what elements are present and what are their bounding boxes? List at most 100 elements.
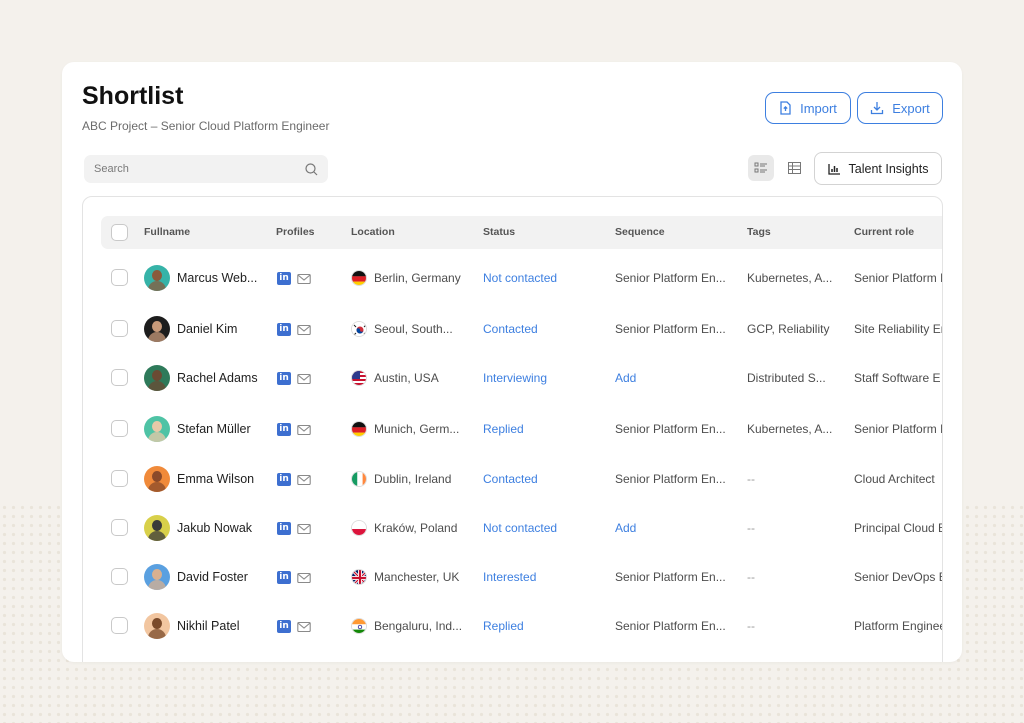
email-icon[interactable] [297, 423, 311, 436]
candidate-name[interactable]: Emma Wilson [177, 454, 259, 504]
bar-chart-icon [827, 163, 840, 175]
candidate-location: Seoul, South... [374, 322, 453, 336]
current-role: Senior Platform I [854, 271, 943, 285]
email-icon[interactable] [297, 522, 311, 535]
table-row[interactable]: Emma Wilson in Dublin, Ireland Contacted… [83, 454, 942, 504]
status-dropdown[interactable]: Replied [483, 601, 593, 651]
email-icon[interactable] [297, 620, 311, 633]
avatar [144, 613, 170, 639]
status-dropdown[interactable]: Replied [483, 404, 593, 454]
linkedin-icon[interactable]: in [277, 323, 291, 336]
tags-cell[interactable]: -- [747, 454, 837, 504]
sequence-cell[interactable]: Add [615, 353, 729, 403]
row-checkbox[interactable] [111, 420, 128, 437]
table-row[interactable]: Stefan Müller in Munich, Germ... Replied… [83, 404, 943, 454]
email-icon[interactable] [297, 272, 311, 285]
sequence-cell[interactable]: Senior Platform En... [615, 253, 729, 303]
column-header-location[interactable]: Location [351, 216, 395, 249]
email-icon[interactable] [297, 473, 311, 486]
linkedin-icon[interactable]: in [277, 571, 291, 584]
current-role: Principal Cloud E [854, 521, 943, 535]
tags-cell[interactable]: Kubernetes, A... [747, 253, 837, 303]
candidate-location: Bengaluru, Ind... [374, 619, 463, 633]
select-all-checkbox[interactable] [111, 224, 128, 241]
candidate-location: Dublin, Ireland [374, 472, 452, 486]
flag-us-icon [351, 370, 367, 386]
candidate-name[interactable]: Stefan Müller [177, 404, 259, 454]
flag-pl-icon [351, 520, 367, 536]
candidate-name[interactable]: Jakub Nowak [177, 503, 259, 553]
linkedin-icon[interactable]: in [277, 272, 291, 285]
linkedin-icon[interactable]: in [277, 473, 291, 486]
candidate-name[interactable]: Marcus Web... [177, 253, 259, 303]
table-row[interactable]: Marcus Web... in Berlin, Germany Not con… [83, 253, 943, 303]
search-input[interactable]: Search [84, 155, 328, 183]
row-checkbox[interactable] [111, 617, 128, 634]
avatar [144, 316, 170, 342]
column-header-fullname[interactable]: Fullname [144, 216, 190, 249]
tags-cell[interactable]: -- [747, 503, 837, 553]
list-view-icon [754, 162, 767, 173]
tags-cell[interactable]: -- [747, 601, 837, 651]
row-checkbox[interactable] [111, 369, 128, 386]
column-header-current-role[interactable]: Current role [854, 216, 914, 249]
column-header-tags[interactable]: Tags [747, 216, 771, 249]
sequence-cell[interactable]: Senior Platform En... [615, 454, 729, 504]
linkedin-icon[interactable]: in [277, 372, 291, 385]
current-role: Senior Platform I [854, 422, 943, 436]
status-dropdown[interactable]: Interviewing [483, 353, 593, 403]
row-checkbox[interactable] [111, 269, 128, 286]
tags-cell[interactable]: Kubernetes, A... [747, 404, 837, 454]
download-icon [871, 102, 884, 115]
table-header: Fullname Profiles Location Status Sequen… [101, 216, 942, 249]
row-checkbox[interactable] [111, 470, 128, 487]
row-checkbox[interactable] [111, 519, 128, 536]
sequence-cell[interactable]: Senior Platform En... [615, 304, 729, 354]
candidate-name[interactable]: Nikhil Patel [177, 601, 259, 651]
status-dropdown[interactable]: Not contacted [483, 253, 593, 303]
table-row[interactable]: Jakub Nowak in Kraków, Poland Not contac… [83, 503, 943, 553]
candidate-name[interactable]: David Foster [177, 552, 259, 602]
import-button[interactable]: Import [765, 92, 851, 124]
column-header-profiles[interactable]: Profiles [276, 216, 315, 249]
sequence-cell[interactable]: Senior Platform En... [615, 552, 729, 602]
candidate-name[interactable]: Daniel Kim [177, 304, 259, 354]
status-dropdown[interactable]: Interested [483, 552, 593, 602]
table-view-toggle[interactable] [781, 155, 807, 181]
table-view-icon [787, 162, 801, 174]
shortlist-card: Shortlist ABC Project – Senior Cloud Pla… [62, 62, 962, 662]
export-button[interactable]: Export [857, 92, 943, 124]
avatar [144, 365, 170, 391]
list-view-toggle[interactable] [748, 155, 774, 181]
column-header-sequence[interactable]: Sequence [615, 216, 665, 249]
row-checkbox[interactable] [111, 320, 128, 337]
linkedin-icon[interactable]: in [277, 522, 291, 535]
email-icon[interactable] [297, 372, 311, 385]
email-icon[interactable] [297, 571, 311, 584]
flag-ie-icon [351, 471, 367, 487]
sequence-cell[interactable]: Senior Platform En... [615, 404, 729, 454]
linkedin-icon[interactable]: in [277, 423, 291, 436]
status-dropdown[interactable]: Contacted [483, 304, 593, 354]
tags-cell[interactable]: -- [747, 552, 837, 602]
status-dropdown[interactable]: Contacted [483, 454, 593, 504]
row-checkbox[interactable] [111, 568, 128, 585]
table-row[interactable]: Rachel Adams in Austin, USA Interviewing… [83, 353, 942, 403]
column-header-status[interactable]: Status [483, 216, 515, 249]
tags-cell[interactable]: GCP, Reliability [747, 304, 837, 354]
page-title: Shortlist [82, 82, 184, 110]
sequence-cell[interactable]: Senior Platform En... [615, 601, 729, 651]
tags-cell[interactable]: Distributed S... [747, 353, 837, 403]
talent-insights-button[interactable]: Talent Insights [814, 152, 942, 185]
status-dropdown[interactable]: Not contacted [483, 503, 593, 553]
candidate-location: Manchester, UK [374, 570, 460, 584]
table-row[interactable]: Daniel Kim in Seoul, South... Contacted … [83, 304, 942, 354]
table-row[interactable]: David Foster in Manchester, UK Intereste… [83, 552, 942, 602]
candidate-name[interactable]: Rachel Adams [177, 353, 259, 403]
avatar [144, 515, 170, 541]
avatar [144, 416, 170, 442]
email-icon[interactable] [297, 323, 311, 336]
sequence-cell[interactable]: Add [615, 503, 729, 553]
table-row[interactable]: Nikhil Patel in Bengaluru, Ind... Replie… [83, 601, 942, 651]
linkedin-icon[interactable]: in [277, 620, 291, 633]
